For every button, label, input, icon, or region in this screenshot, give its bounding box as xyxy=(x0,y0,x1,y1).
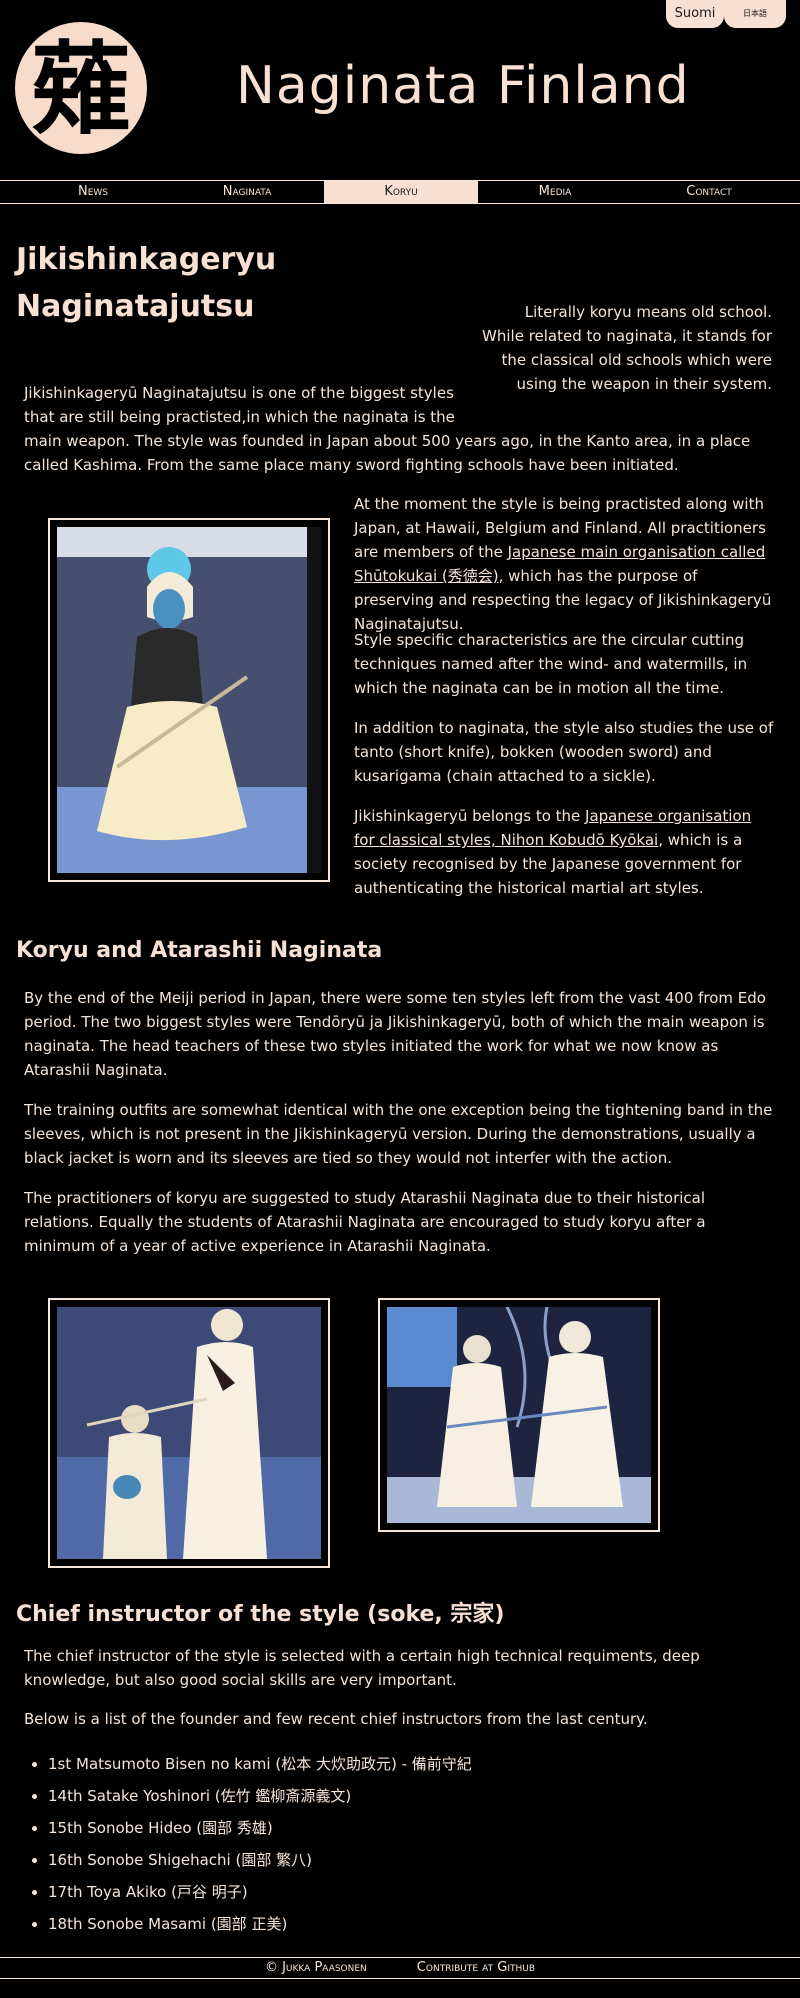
list-item: 15th Sonobe Hideo (園部 秀雄) xyxy=(48,1812,472,1844)
chief-selection-paragraph: The chief instructor of the style is sel… xyxy=(24,1647,700,1689)
list-item: 18th Sonobe Masami (園部 正美) xyxy=(48,1908,472,1940)
intro-paragraph-part1: Jikishinkageryū Naginatajutsu is one of … xyxy=(24,381,776,477)
tanto-paragraph: In addition to naginata, the style also … xyxy=(354,719,774,785)
chief-list-intro: Below is a list of the founder and few r… xyxy=(24,1710,648,1728)
nav-contact[interactable]: Contact xyxy=(632,181,786,203)
language-japanese-button[interactable]: 日本語 xyxy=(724,0,786,28)
section-chief-instructor-title: Chief instructor of the style (soke, 宗家) xyxy=(16,1602,505,1627)
list-item: 17th Toya Akiko (戸谷 明子) xyxy=(48,1876,472,1908)
meiji-paragraph: By the end of the Meiji period in Japan,… xyxy=(24,989,766,1079)
list-item: 14th Satake Yoshinori (佐竹 鑑柳斎源義文) xyxy=(48,1780,472,1812)
list-item: 1st Matsumoto Bisen no kami (松本 大炊助政元) -… xyxy=(48,1748,472,1780)
page-title: Jikishinkageryu Naginatajutsu xyxy=(16,242,277,324)
moment-paragraph: At the moment the style is being practis… xyxy=(354,492,774,636)
kobudo-text: Jikishinkageryū belongs to the xyxy=(354,807,586,825)
language-finnish-button[interactable]: Suomi xyxy=(666,0,724,28)
site-title: Naginata Finland xyxy=(236,56,690,116)
nav-news[interactable]: News xyxy=(16,181,170,203)
instructor-list: 1st Matsumoto Bisen no kami (松本 大炊助政元) -… xyxy=(24,1748,472,1940)
main-navigation: News Naginata Koryu Media Contact xyxy=(0,180,800,204)
svg-text:薙: 薙 xyxy=(31,31,131,148)
author-link[interactable]: © Jukka Paasonen xyxy=(265,1958,367,1978)
section-koryu-atarashii-title: Koryu and Atarashii Naginata xyxy=(16,938,383,963)
nav-naginata[interactable]: Naginata xyxy=(170,181,324,203)
photo-kneeling-practitioner xyxy=(48,518,330,882)
github-contribute-link[interactable]: Contribute at Github xyxy=(417,1958,535,1978)
photo-sparring-pair xyxy=(378,1298,660,1532)
outfits-paragraph: The training outfits are somewhat identi… xyxy=(24,1101,773,1167)
footer: © Jukka Paasonen Contribute at Github xyxy=(0,1957,800,1979)
wrap-spacer xyxy=(476,381,776,429)
nav-media[interactable]: Media xyxy=(478,181,632,203)
logo: 薙 xyxy=(15,22,147,154)
nav-koryu[interactable]: Koryu xyxy=(324,181,478,203)
characteristics-paragraph: Style specific characteristics are the c… xyxy=(354,631,748,697)
practitioners-paragraph: The practitioners of koryu are suggested… xyxy=(24,1189,706,1255)
kobudo-paragraph: Jikishinkageryū belongs to the Japanese … xyxy=(354,804,774,900)
list-item: 16th Sonobe Shigehachi (園部 繁八) xyxy=(48,1844,472,1876)
photo-two-practitioners xyxy=(48,1298,330,1568)
